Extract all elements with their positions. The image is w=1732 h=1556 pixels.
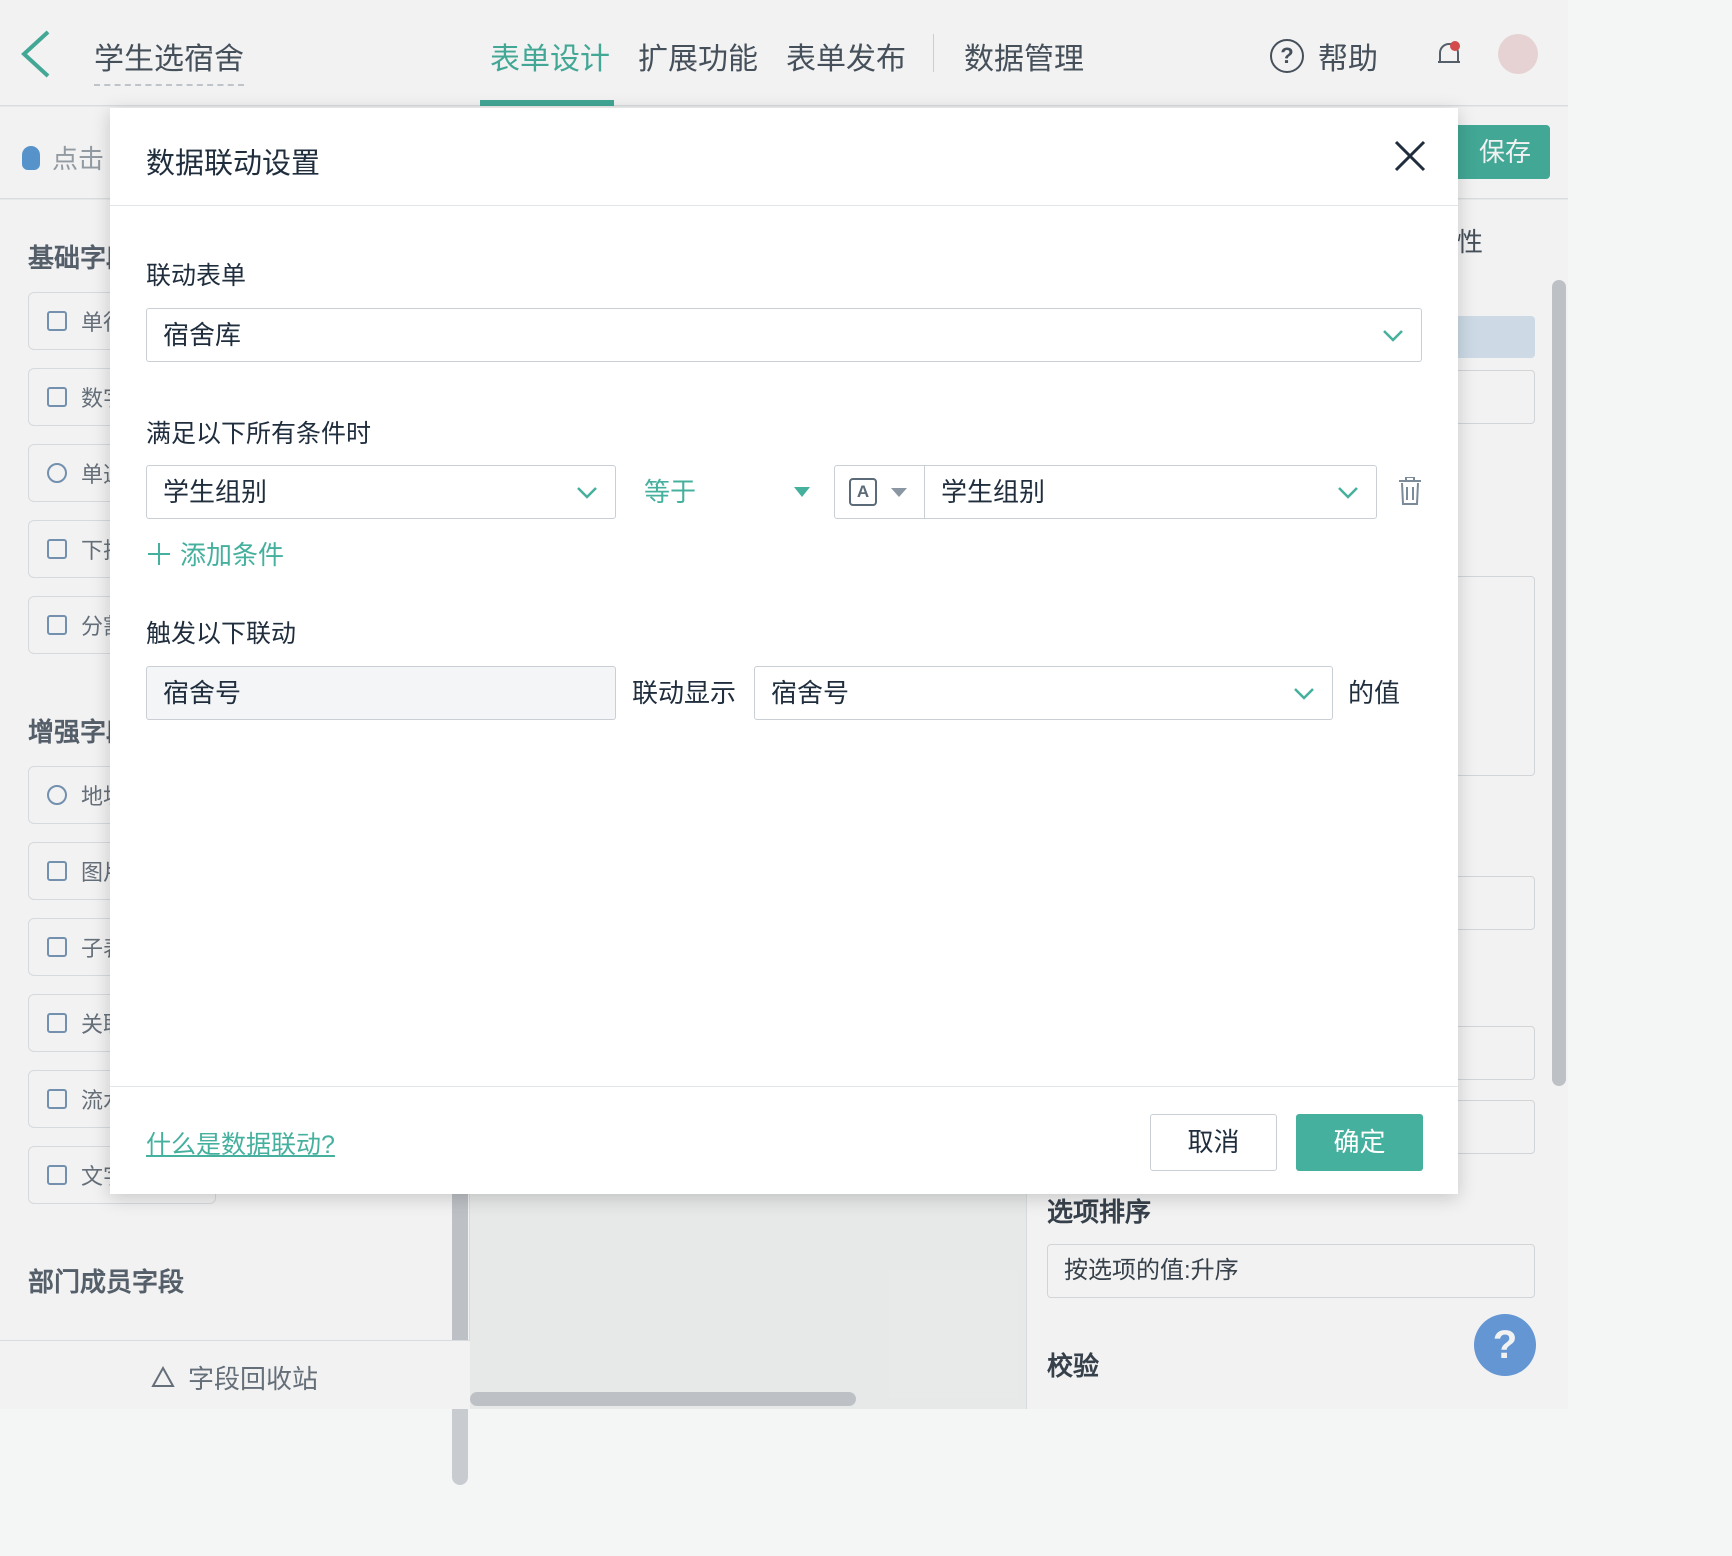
dialog-header: 数据联动设置 xyxy=(110,108,1458,206)
value-suffix-text: 的值 xyxy=(1348,678,1401,708)
link-display-text: 联动显示 xyxy=(632,678,737,708)
conditions-label: 满足以下所有条件时 xyxy=(146,420,372,448)
linked-form-select[interactable]: 宿舍库 xyxy=(146,308,1422,362)
confirm-button[interactable]: 确定 xyxy=(1296,1114,1423,1171)
trigger-target-field: 宿舍号 xyxy=(146,666,616,720)
data-linkage-dialog: 数据联动设置 联动表单 宿舍库 满足以下所有条件时 学生组别 等于 A 学生组别… xyxy=(110,108,1458,1194)
text-type-icon: A xyxy=(849,478,877,506)
value-type-toggle[interactable]: A xyxy=(835,466,925,518)
operator-label: 等于 xyxy=(644,477,697,507)
caret-down-icon xyxy=(794,487,810,497)
caret-down-icon xyxy=(891,488,907,497)
add-condition-label: 添加条件 xyxy=(180,540,285,570)
linked-form-value: 宿舍库 xyxy=(163,320,242,350)
condition-value-select[interactable]: 学生组别 xyxy=(925,466,1376,518)
chevron-down-icon xyxy=(1338,487,1358,499)
condition-field-value: 学生组别 xyxy=(163,477,268,507)
linked-form-label: 联动表单 xyxy=(146,262,247,290)
dialog-footer: 什么是数据联动? 取消 确定 xyxy=(110,1086,1458,1194)
condition-value: 学生组别 xyxy=(941,477,1046,507)
trigger-source-value: 宿舍号 xyxy=(771,678,850,708)
close-icon[interactable] xyxy=(1392,138,1428,174)
dialog-title: 数据联动设置 xyxy=(146,148,321,180)
chevron-down-icon xyxy=(1383,330,1403,342)
trash-icon[interactable] xyxy=(1398,477,1422,505)
plus-icon xyxy=(148,542,170,565)
condition-value-group: A 学生组别 xyxy=(834,465,1377,519)
condition-field-select[interactable]: 学生组别 xyxy=(146,465,616,519)
add-condition-button[interactable]: 添加条件 xyxy=(148,535,284,572)
condition-operator-select[interactable]: 等于 xyxy=(644,465,824,519)
cancel-button[interactable]: 取消 xyxy=(1150,1114,1277,1171)
what-is-linkage-link[interactable]: 什么是数据联动? xyxy=(146,1125,335,1161)
chevron-down-icon xyxy=(577,487,597,499)
trigger-source-select[interactable]: 宿舍号 xyxy=(754,666,1333,720)
chevron-down-icon xyxy=(1294,688,1314,700)
trigger-label: 触发以下联动 xyxy=(146,620,297,648)
